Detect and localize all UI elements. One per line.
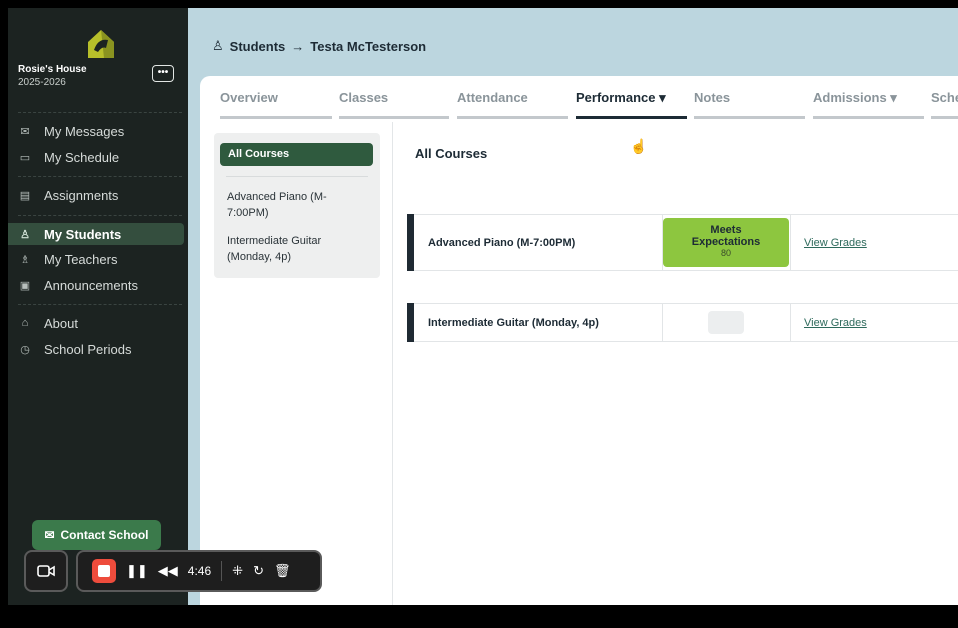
status-badge: Meets Expectations 80 — [663, 218, 789, 267]
grid-dots-icon[interactable]: ⁜ — [232, 563, 243, 579]
course-filter-item[interactable]: Advanced Piano (M-7:00PM) — [227, 189, 367, 221]
sidebar-item-label: My Schedule — [44, 149, 120, 165]
tab-overview[interactable]: Overview — [220, 90, 278, 105]
tab-underline — [220, 116, 332, 119]
sidebar-item-my-messages[interactable]: ✉ My Messages — [8, 120, 184, 142]
sidebar-item-about[interactable]: ⌂ About — [8, 312, 184, 334]
sidebar-item-my-students[interactable]: ♙ My Students — [8, 223, 184, 245]
sidebar-divider — [18, 176, 182, 177]
trash-icon[interactable]: 🗑 — [274, 563, 291, 579]
status-badge-empty — [708, 311, 744, 334]
tab-underline — [931, 116, 958, 119]
all-courses-filter[interactable]: All Courses — [220, 143, 373, 166]
column-divider — [790, 215, 791, 270]
breadcrumb-section[interactable]: Students — [230, 39, 286, 54]
course-filter-item[interactable]: Intermediate Guitar (Monday, 4p) — [227, 233, 367, 265]
screen-top-border — [0, 0, 958, 8]
screen-bottom-border — [0, 605, 958, 628]
person-icon: ♙ — [20, 228, 30, 241]
score: 80 — [720, 248, 731, 258]
pause-icon[interactable]: ❚❚ — [126, 563, 148, 579]
sidebar-item-my-schedule[interactable]: ▭ My Schedule — [8, 146, 184, 168]
arrow-icon: → — [291, 38, 305, 54]
table-row: Intermediate Guitar (Monday, 4p) View Gr… — [407, 303, 958, 342]
rewind-icon[interactable]: ◀◀ — [158, 563, 178, 579]
sidebar-item-label: School Periods — [44, 341, 132, 357]
camera-icon — [37, 565, 55, 577]
row-marker — [407, 303, 414, 342]
stop-recording-button[interactable] — [92, 559, 116, 583]
sidebar-item-label: My Students — [44, 226, 122, 242]
teacher-icon: ♗ — [20, 253, 30, 266]
column-divider — [662, 304, 663, 341]
tab-classes[interactable]: Classes — [339, 90, 388, 105]
tab-attendance[interactable]: Attendance — [457, 90, 528, 105]
row-marker — [407, 214, 414, 271]
house-logo-icon — [88, 30, 114, 58]
view-grades-link[interactable]: View Grades — [804, 237, 867, 249]
tab-underline-active — [576, 116, 687, 119]
table-row: Advanced Piano (M-7:00PM) Meets Expectat… — [407, 214, 958, 271]
hand-cursor-icon: ☝ — [630, 138, 648, 154]
column-divider — [790, 304, 791, 341]
tab-schedule[interactable]: Sche — [931, 90, 958, 105]
tab-underline — [813, 116, 924, 119]
restart-icon[interactable]: ↻ — [253, 563, 264, 579]
sidebar-item-assignments[interactable]: ▤ Assignments — [8, 184, 184, 206]
contact-school-button[interactable]: ✉ Contact School — [32, 520, 161, 550]
content-divider — [392, 122, 393, 605]
course-name: Advanced Piano (M-7:00PM) — [428, 237, 576, 249]
envelope-icon: ✉ — [44, 528, 55, 542]
sidebar-item-label: About — [44, 315, 78, 331]
org-year: 2025-2026 — [18, 77, 66, 88]
breadcrumb-student: Testa McTesterson — [310, 38, 427, 54]
tab-underline — [339, 116, 449, 119]
clock-icon: ◷ — [20, 343, 30, 356]
person-icon: ♙ — [212, 38, 224, 53]
mail-icon: ✉ — [20, 125, 30, 138]
tab-performance[interactable]: Performance ▾ — [576, 90, 666, 106]
course-name: Intermediate Guitar (Monday, 4p) — [428, 317, 599, 329]
megaphone-icon: ▣ — [19, 279, 31, 292]
tab-underline — [457, 116, 568, 119]
section-heading: All Courses — [415, 146, 488, 161]
sidebar-item-announcements[interactable]: ▣ Announcements — [8, 274, 184, 296]
sidebar-divider — [18, 215, 182, 216]
recording-toolbar: ❚❚ ◀◀ 4:46 ⁜ ↻ 🗑 — [76, 550, 322, 592]
sidebar-item-label: Assignments — [44, 187, 119, 203]
sidebar-divider — [18, 304, 182, 305]
toolbar-divider — [221, 561, 223, 581]
org-menu-button[interactable]: ••• — [152, 65, 174, 82]
stop-icon — [98, 565, 110, 577]
sidebar-item-school-periods[interactable]: ◷ School Periods — [8, 338, 184, 360]
sidebar: Rosie's House 2025-2026 ••• ✉ My Message… — [8, 8, 188, 605]
list-divider — [226, 176, 368, 177]
building-icon: ⌂ — [21, 317, 29, 329]
tab-admissions[interactable]: Admissions ▾ — [813, 90, 897, 106]
tab-notes[interactable]: Notes — [694, 90, 730, 105]
sidebar-item-label: Announcements — [44, 277, 138, 293]
sidebar-item-label: My Messages — [44, 123, 125, 139]
tab-underline — [694, 116, 805, 119]
org-name: Rosie's House — [18, 64, 87, 75]
view-grades-link[interactable]: View Grades — [804, 317, 867, 329]
calendar-icon: ▭ — [19, 151, 31, 164]
breadcrumb: ♙ Students → Testa McTesterson — [212, 38, 426, 54]
clipboard-icon: ▤ — [19, 189, 31, 202]
sidebar-divider — [18, 112, 182, 113]
recording-timer: 4:46 — [187, 564, 212, 578]
camera-toggle-button[interactable] — [24, 550, 68, 592]
sidebar-item-label: My Teachers — [44, 251, 118, 267]
sidebar-item-my-teachers[interactable]: ♗ My Teachers — [8, 248, 184, 270]
